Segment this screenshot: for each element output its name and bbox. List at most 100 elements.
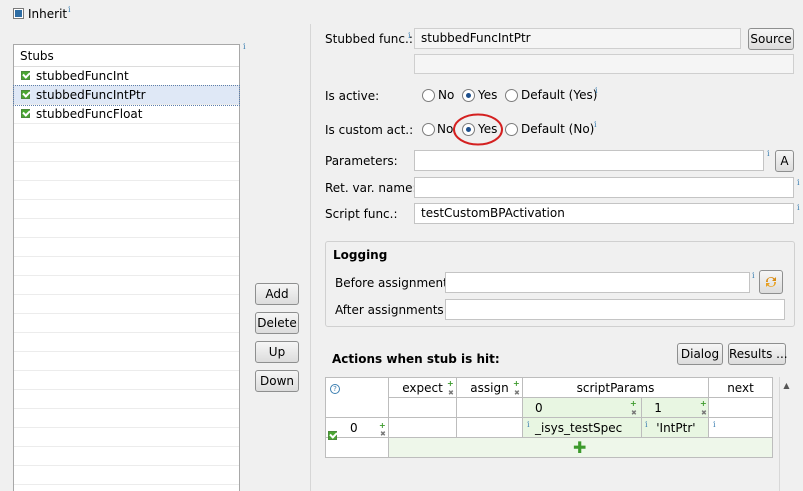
dialog-button[interactable]: Dialog (677, 343, 723, 365)
actions-table[interactable]: ? expect assign scriptParams next 0 1 0 … (325, 377, 773, 458)
info-icon: i (797, 178, 800, 187)
is-active-label: Is active: (325, 89, 380, 103)
radio-label: Yes (478, 88, 498, 102)
checked-icon[interactable] (21, 90, 30, 99)
info-icon: i (594, 120, 597, 129)
param-index-0[interactable]: 0 (521, 397, 643, 418)
ret-var-label: Ret. var. name: (325, 181, 417, 195)
list-item[interactable]: stubbedFuncIntPtr (13, 85, 240, 106)
vertical-scrollbar[interactable]: ▲ (779, 377, 793, 491)
radio-label: No (438, 88, 455, 102)
script-func-field[interactable]: testCustomBPActivation (414, 203, 794, 224)
empty-row (14, 124, 239, 143)
empty-row (14, 276, 239, 295)
is-custom-no-radio[interactable] (422, 123, 435, 136)
remove-icon[interactable]: ✖ (448, 389, 454, 397)
stubbed-func-label: Stubbed func.: (325, 32, 413, 46)
parameters-label: Parameters: (325, 154, 398, 168)
add-icon[interactable]: + (379, 421, 386, 430)
info-icon: i (645, 420, 648, 429)
empty-row (14, 295, 239, 314)
info-icon: i (713, 420, 716, 429)
empty-row (14, 219, 239, 238)
empty-row (14, 200, 239, 219)
before-assignments-field[interactable] (445, 272, 750, 293)
add-icon[interactable]: + (700, 399, 707, 408)
info-icon: i (595, 86, 598, 95)
help-icon[interactable]: ? (330, 384, 340, 394)
delete-button[interactable]: Delete (255, 312, 299, 334)
refresh-button[interactable] (759, 270, 783, 294)
info-icon: i (752, 271, 755, 280)
add-icon[interactable]: + (447, 379, 454, 388)
remove-icon[interactable]: ✖ (701, 409, 707, 417)
after-assignments-label: After assignments: (335, 303, 448, 317)
is-active-default-radio[interactable] (505, 89, 518, 102)
empty-row (14, 409, 239, 428)
stubs-list[interactable]: Stubs stubbedFuncInt stubbedFuncIntPtr s… (13, 44, 240, 491)
subheader-cell (388, 397, 457, 418)
stubbed-func-field[interactable]: stubbedFuncIntPtr (414, 28, 741, 49)
column-header-next[interactable]: next (708, 377, 773, 398)
row-index: 0 (350, 420, 358, 435)
script-param-cell[interactable]: _isys_testSpec (521, 417, 643, 438)
source-button[interactable]: Source (748, 28, 794, 50)
add-icon[interactable]: + (630, 399, 637, 408)
remove-icon[interactable]: ✖ (514, 389, 520, 397)
radio-label: No (437, 122, 454, 136)
row-enabled-checkbox[interactable] (328, 431, 337, 440)
assign-cell[interactable] (456, 417, 523, 438)
stub-label: stubbedFuncInt (36, 69, 129, 83)
info-icon: i (767, 149, 770, 158)
ret-var-field[interactable] (414, 177, 794, 198)
empty-cell (325, 437, 389, 458)
add-icon[interactable]: + (513, 379, 520, 388)
empty-row (14, 314, 239, 333)
stubs-header: Stubs (14, 45, 239, 67)
is-custom-label: Is custom act.: (325, 123, 414, 137)
is-active-no-radio[interactable] (422, 89, 435, 102)
script-param-cell[interactable]: 'IntPtr' (641, 417, 709, 438)
is-custom-default-radio[interactable] (505, 123, 518, 136)
next-cell[interactable] (708, 417, 773, 438)
checked-icon[interactable] (21, 109, 30, 118)
up-button[interactable]: Up (255, 341, 299, 363)
is-active-yes-radio[interactable] (462, 89, 475, 102)
parameters-a-button[interactable]: A (775, 150, 794, 172)
down-button[interactable]: Down (255, 370, 299, 392)
empty-row (14, 371, 239, 390)
table-header-row: ? expect assign scriptParams next (325, 377, 773, 418)
stubbed-func-desc-field[interactable] (414, 54, 794, 74)
scroll-up-icon[interactable]: ▲ (780, 381, 793, 390)
info-icon: i (243, 42, 246, 51)
remove-icon[interactable]: ✖ (380, 430, 386, 438)
add-row-icon[interactable]: ✚ (573, 440, 586, 456)
before-assignments-label: Before assignments: (335, 276, 459, 290)
info-icon: i (797, 203, 800, 212)
empty-row (14, 181, 239, 200)
expect-cell[interactable] (388, 417, 457, 438)
empty-row (14, 352, 239, 371)
checked-icon[interactable] (21, 71, 30, 80)
script-func-label: Script func.: (325, 207, 398, 221)
empty-row (14, 238, 239, 257)
info-icon: i (68, 5, 71, 14)
inherit-checkbox[interactable] (13, 8, 24, 19)
subheader-cell (456, 397, 523, 418)
param-index-1[interactable]: 1 (641, 397, 709, 418)
empty-row (14, 447, 239, 466)
after-assignments-field[interactable] (445, 299, 785, 320)
empty-row (14, 466, 239, 485)
column-header-scriptparams[interactable]: scriptParams (522, 377, 709, 398)
radio-label: Default (Yes) (521, 88, 598, 102)
results-button[interactable]: Results ... (728, 343, 788, 365)
empty-row (14, 143, 239, 162)
remove-icon[interactable]: ✖ (631, 409, 637, 417)
list-item[interactable]: stubbedFuncInt (14, 67, 239, 86)
empty-row (14, 428, 239, 447)
table-corner: ? (325, 377, 389, 418)
list-item[interactable]: stubbedFuncFloat (14, 105, 239, 124)
add-button[interactable]: Add (255, 283, 299, 305)
parameters-field[interactable] (414, 150, 764, 171)
table-row[interactable]: 0 _isys_testSpec 'IntPtr' (325, 417, 773, 438)
